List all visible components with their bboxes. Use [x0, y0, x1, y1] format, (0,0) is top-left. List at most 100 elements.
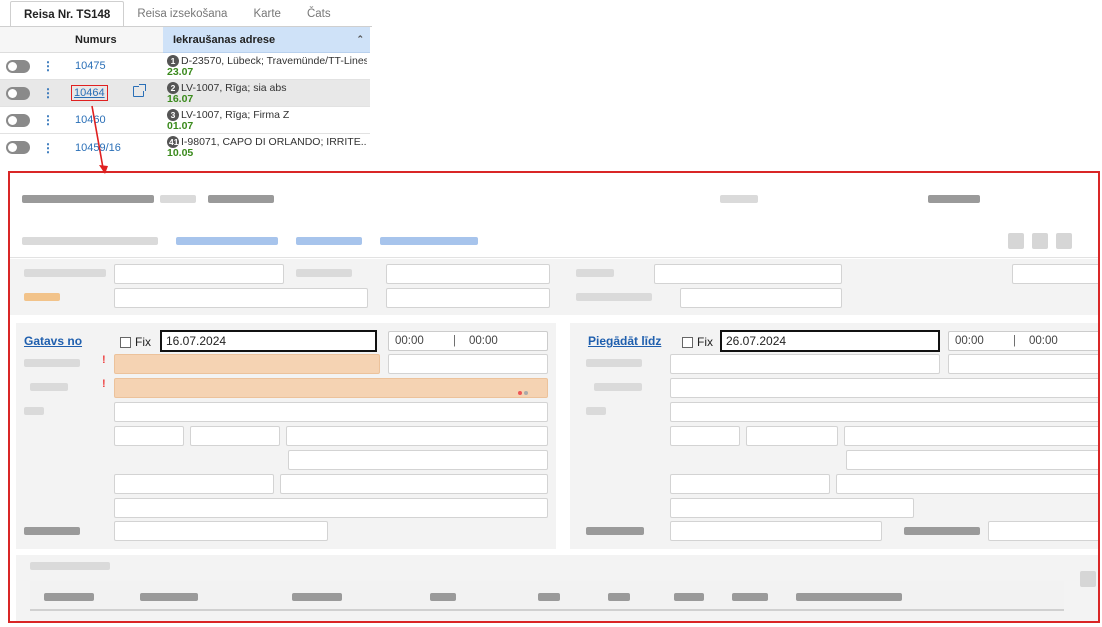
- open-external-icon[interactable]: [133, 84, 146, 97]
- address-text: LV-1007, Rīga; Firma Z: [181, 109, 290, 121]
- settings-icon[interactable]: [1080, 571, 1096, 587]
- kebab-menu-icon[interactable]: ⋮: [42, 141, 54, 155]
- blurred-input[interactable]: [670, 474, 830, 494]
- blurred-input[interactable]: [114, 402, 548, 422]
- table-row-selected[interactable]: ⋮ 10464 2 LV-1007, Rīga; sia abs 16.07: [0, 80, 370, 107]
- toggle-switch[interactable]: [6, 86, 30, 100]
- blurred-select[interactable]: [988, 521, 1098, 541]
- time-from[interactable]: 00:00: [389, 335, 453, 347]
- blurred-heading: [22, 195, 154, 203]
- blurred-action-bar[interactable]: [846, 450, 1098, 470]
- address-cell: 1 D-23570, Lübeck; Travemünde/TT-Lines 23…: [167, 55, 367, 78]
- blurred-input[interactable]: [670, 521, 882, 541]
- pickup-time-range[interactable]: 00:00 | 00:00: [388, 331, 548, 351]
- checkbox[interactable]: [120, 336, 131, 348]
- blurred-label: [594, 383, 642, 391]
- blurred-label: [24, 269, 106, 277]
- order-number-link[interactable]: 10475: [75, 60, 106, 72]
- blurred-column: [44, 593, 94, 601]
- tab-trip-number[interactable]: Reisa Nr. TS148: [10, 1, 125, 27]
- kebab-menu-icon[interactable]: ⋮: [42, 86, 54, 100]
- blurred-input[interactable]: [836, 474, 1098, 494]
- toggle-switch[interactable]: [6, 141, 30, 154]
- blurred-input[interactable]: [114, 378, 548, 398]
- address-cell: 41 I-98071, CAPO DI ORLANDO; IRRITE... 10…: [167, 136, 367, 159]
- table-row[interactable]: ⋮ 10475 1 D-23570, Lübeck; Travemünde/TT-…: [0, 53, 370, 80]
- blurred-label: [24, 407, 44, 415]
- blurred-input[interactable]: [114, 264, 284, 284]
- toggle-switch[interactable]: [6, 113, 30, 127]
- blurred-select[interactable]: [114, 426, 184, 446]
- blurred-select[interactable]: [948, 354, 1098, 374]
- blurred-select[interactable]: [654, 264, 842, 284]
- blurred-text: [720, 195, 758, 203]
- toolbar-icon[interactable]: [1032, 233, 1048, 249]
- address-date: 16.07: [167, 93, 194, 105]
- tab-map[interactable]: Karte: [240, 1, 294, 27]
- order-number-link[interactable]: 10459/16: [75, 142, 121, 154]
- blurred-input[interactable]: [190, 426, 280, 446]
- address-text: I-98071, CAPO DI ORLANDO; IRRITE...: [181, 136, 367, 148]
- delivery-fix-checkbox[interactable]: Fix: [682, 331, 721, 353]
- blurred-input[interactable]: [114, 521, 328, 541]
- blurred-input[interactable]: [670, 354, 940, 374]
- blurred-label: [904, 527, 980, 535]
- blurred-input[interactable]: [670, 498, 914, 518]
- blurred-input[interactable]: [670, 402, 1098, 422]
- table-row[interactable]: ⋮ 10460 3 LV-1007, Rīga; Firma Z 01.07: [0, 107, 370, 134]
- trip-tabs: Reisa Nr. TS148 Reisa izsekošana Karte Č…: [10, 0, 344, 27]
- time-from[interactable]: 00:00: [949, 335, 1013, 347]
- toolbar-icon[interactable]: [1056, 233, 1072, 249]
- column-header-number[interactable]: Numurs: [0, 27, 163, 53]
- toggle-switch[interactable]: [6, 59, 30, 73]
- blurred-label: [586, 359, 642, 367]
- tab-trip-tracking[interactable]: Reisa izsekošana: [124, 1, 240, 27]
- blurred-input[interactable]: [114, 474, 274, 494]
- required-icon: !: [102, 378, 106, 390]
- blurred-input[interactable]: [280, 474, 548, 494]
- blurred-input[interactable]: [670, 378, 1098, 398]
- blurred-column: [292, 593, 342, 601]
- order-number-link[interactable]: 10464: [71, 85, 108, 101]
- subtabs-divider: [10, 257, 1098, 258]
- blurred-input[interactable]: [844, 426, 1098, 446]
- blurred-input[interactable]: [114, 354, 380, 374]
- blurred-input[interactable]: [114, 288, 368, 308]
- blurred-input[interactable]: [680, 288, 842, 308]
- time-to[interactable]: 00:00: [1027, 335, 1098, 347]
- delivery-time-range[interactable]: 00:00 | 00:00: [948, 331, 1098, 351]
- pickup-date-input[interactable]: 16.07.2024: [160, 330, 377, 352]
- delivery-date-input[interactable]: 26.07.2024: [720, 330, 940, 352]
- blurred-badge: [160, 195, 196, 203]
- time-separator: |: [1013, 335, 1016, 347]
- order-number-link[interactable]: 10460: [75, 114, 106, 126]
- address-date: 01.07: [167, 120, 194, 132]
- blurred-select[interactable]: [388, 354, 548, 374]
- column-header-address[interactable]: Iekraušanas adrese ⌃: [163, 27, 370, 53]
- required-icon: !: [102, 354, 106, 366]
- time-separator: |: [453, 335, 456, 347]
- blurred-label: [586, 407, 606, 415]
- tab-chat[interactable]: Čats: [294, 1, 344, 27]
- blurred-select[interactable]: [386, 288, 550, 308]
- kebab-menu-icon[interactable]: ⋮: [42, 113, 54, 127]
- blurred-label: [296, 269, 352, 277]
- checkbox[interactable]: [682, 336, 693, 348]
- pickup-title[interactable]: Gatavs no: [24, 334, 82, 348]
- blurred-input[interactable]: [286, 426, 548, 446]
- toolbar-icon[interactable]: [1008, 233, 1024, 249]
- blurred-select[interactable]: [386, 264, 550, 284]
- blurred-select[interactable]: [670, 426, 740, 446]
- blurred-label: [576, 293, 652, 301]
- time-to[interactable]: 00:00: [467, 335, 547, 347]
- kebab-menu-icon[interactable]: ⋮: [42, 59, 54, 73]
- delivery-title[interactable]: Piegādāt līdz: [588, 334, 661, 348]
- blurred-input[interactable]: [114, 498, 548, 518]
- table-row[interactable]: ⋮ 10459/16 41 I-98071, CAPO DI ORLANDO; I…: [0, 134, 370, 161]
- grid-header: Numurs Iekraušanas adrese ⌃: [0, 27, 370, 53]
- pickup-fix-checkbox[interactable]: Fix: [120, 331, 159, 353]
- blurred-action-bar[interactable]: [288, 450, 548, 470]
- blurred-input[interactable]: [746, 426, 838, 446]
- sort-icon[interactable]: ⌃: [356, 34, 364, 45]
- blurred-field[interactable]: [1012, 264, 1098, 284]
